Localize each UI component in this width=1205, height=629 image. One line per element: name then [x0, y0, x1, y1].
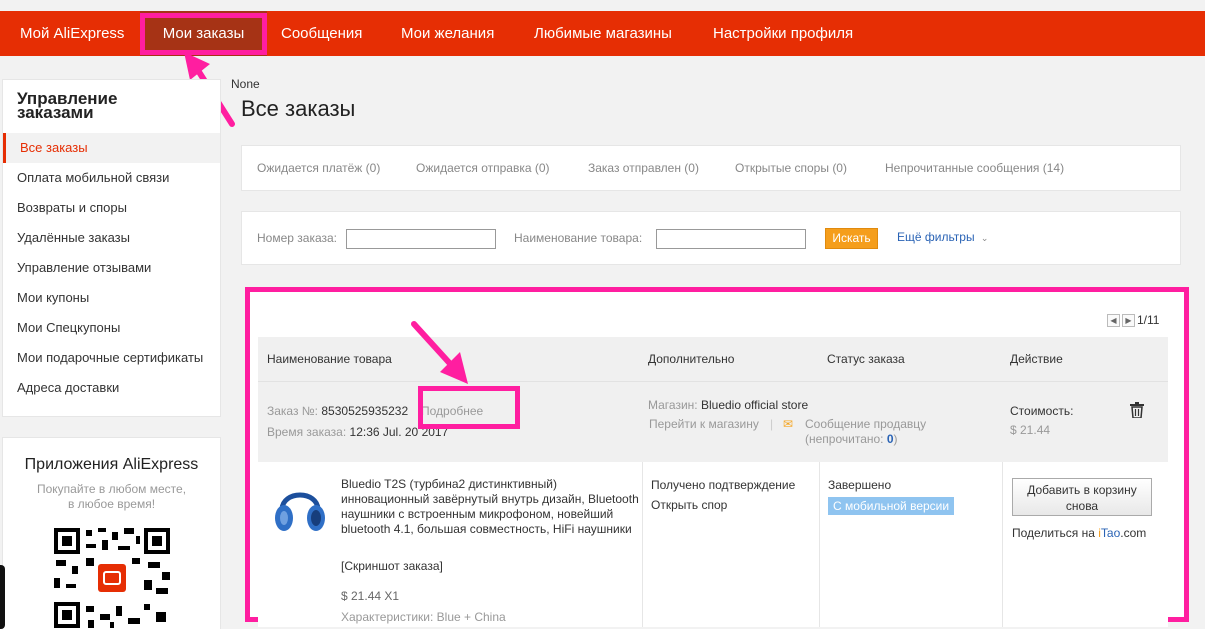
store-label: Магазин: — [648, 398, 698, 412]
sidebar-title: Управление заказами — [17, 89, 118, 122]
store-info: Магазин: Bluedio official store — [648, 398, 808, 412]
pagination: ◀ ▶ 1/11 — [1107, 313, 1160, 328]
order-number-value: 8530525935232 — [321, 404, 409, 418]
order-filters: Номер заказа: Наименование товара: Искат… — [241, 211, 1181, 265]
orders-list: ◀ ▶ 1/11 Наименование товара Дополнительно… — [245, 287, 1189, 627]
unread-count: (непрочитано: 0) — [805, 432, 898, 446]
tab-open-disputes[interactable]: Открытые споры (0) — [735, 146, 847, 190]
product-name-input[interactable] — [656, 229, 806, 249]
prev-page-icon[interactable]: ◀ — [1107, 314, 1120, 328]
nav-wishlist[interactable]: Мои желания — [401, 11, 494, 56]
column-header-action: Действие — [1010, 352, 1063, 366]
share-itao-link[interactable]: Поделиться на iTao.com — [1012, 526, 1146, 540]
column-header-status: Статус заказа — [827, 352, 905, 366]
annotation-arrow-details — [411, 321, 468, 384]
store-name: Bluedio official store — [700, 398, 809, 412]
order-number-label: Заказ №: — [267, 404, 319, 418]
order-header-row: Заказ №: 8530525935232 Время заказа: 12:… — [258, 381, 1168, 462]
order-cost: $ 21.44 — [1010, 423, 1051, 437]
search-button[interactable]: Искать — [825, 228, 878, 249]
page-indicator: 1/11 — [1137, 313, 1160, 327]
chevron-down-icon: ⌄ — [980, 233, 989, 243]
highlight-box-details — [418, 386, 520, 429]
go-to-store-link[interactable]: Перейти к магазину — [649, 417, 759, 431]
unread-value: 0 — [886, 432, 894, 446]
next-page-icon[interactable]: ▶ — [1122, 314, 1135, 328]
share-com: .com — [1120, 526, 1147, 540]
column-divider — [1002, 462, 1003, 627]
confirmation-status: Получено подтверждение — [651, 478, 796, 492]
sidebar-item-all-orders[interactable]: Все заказы — [3, 133, 220, 163]
sidebar-item-mobile-payment[interactable]: Оплата мобильной связи — [3, 163, 220, 193]
sidebar-item-gift-cards[interactable]: Мои подарочные сертификаты — [3, 343, 220, 373]
message-seller-text[interactable]: Сообщение продавцу — [805, 417, 926, 431]
link-separator: | — [770, 417, 774, 431]
sidebar-item-feedback[interactable]: Управление отзывами — [3, 253, 220, 283]
nav-my-aliexpress[interactable]: Мой AliExpress — [20, 11, 124, 56]
product-name-label: Наименование товара: — [514, 231, 643, 245]
share-prefix: Поделиться на — [1012, 526, 1095, 540]
apps-title: Приложения AliExpress — [24, 456, 199, 473]
sidebar-item-addresses[interactable]: Адреса доставки — [3, 373, 220, 403]
add-to-cart-again-button[interactable]: Добавить в корзину снова — [1012, 478, 1152, 516]
sidebar-item-deleted-orders[interactable]: Удалённые заказы — [3, 223, 220, 253]
tab-awaiting-shipment[interactable]: Ожидается отправка (0) — [416, 146, 550, 190]
column-divider — [642, 462, 643, 627]
order-status-tabs: Ожидается платёж (0) Ожидается отправка … — [241, 145, 1181, 191]
more-filters-label: Ещё фильтры — [897, 230, 975, 244]
sidebar-item-coupons[interactable]: Мои купоны — [3, 283, 220, 313]
product-title-link[interactable]: Bluedio T2S (турбина2 дистинктивный) инн… — [341, 477, 639, 537]
tab-shipped[interactable]: Заказ отправлен (0) — [588, 146, 699, 190]
sidebar-item-special-coupons[interactable]: Мои Спецкупоны — [3, 313, 220, 343]
order-status: Завершено — [828, 478, 892, 492]
column-header-product: Наименование товара — [267, 352, 392, 366]
order-number-input[interactable] — [346, 229, 496, 249]
tab-unread-messages[interactable]: Непрочитанные сообщения (14) — [885, 146, 1064, 190]
share-tao: Tao — [1100, 526, 1121, 540]
orders-sidebar: Управление заказами Все заказы Оплата мо… — [2, 79, 221, 417]
mobile-version-badge: С мобильной версии — [828, 497, 955, 515]
orders-table-header: Наименование товара Дополнительно Статус… — [258, 337, 1168, 381]
page-title: Все заказы — [241, 96, 356, 121]
order-number: Заказ №: 8530525935232 — [267, 404, 408, 418]
highlight-box-my-orders — [140, 13, 267, 55]
open-dispute-link[interactable]: Открыть спор — [651, 498, 727, 512]
order-number-label: Номер заказа: — [257, 231, 338, 245]
tab-awaiting-payment[interactable]: Ожидается платёж (0) — [257, 146, 380, 190]
breadcrumb: None — [231, 77, 260, 91]
more-filters-link[interactable]: Ещё фильтры ⌄ — [897, 230, 988, 244]
order-snapshot-link[interactable]: [Скриншот заказа] — [341, 559, 443, 573]
envelope-icon: ✉ — [783, 417, 794, 431]
product-thumbnail[interactable] — [272, 478, 328, 542]
trash-icon[interactable] — [1130, 402, 1144, 418]
order-time-label: Время заказа: — [267, 425, 347, 439]
sidebar-item-returns-disputes[interactable]: Возвраты и споры — [3, 193, 220, 223]
mobile-badge-label: С мобильной версии — [828, 497, 955, 515]
cost-label: Стоимость: — [1010, 404, 1074, 418]
nav-profile-settings[interactable]: Настройки профиля — [713, 11, 853, 56]
nav-favorite-stores[interactable]: Любимые магазины — [534, 11, 672, 56]
item-price-quantity: $ 21.44 X1 — [341, 589, 400, 603]
nav-messages[interactable]: Сообщения — [281, 11, 362, 56]
column-header-extra: Дополнительно — [648, 352, 735, 366]
apps-promo: Приложения AliExpress Покупайте в любом … — [2, 437, 221, 629]
order-item-row: Bluedio T2S (турбина2 дистинктивный) инн… — [258, 462, 1168, 627]
qr-code-icon — [52, 526, 172, 629]
window-edge-handle — [0, 565, 5, 629]
unread-label: (непрочитано: — [805, 432, 884, 446]
column-divider — [819, 462, 820, 627]
apps-subtitle: Покупайте в любом месте, в любое время! — [36, 482, 187, 511]
item-specs: Характеристики: Blue + China — [341, 610, 506, 624]
unread-close: ) — [893, 432, 898, 446]
